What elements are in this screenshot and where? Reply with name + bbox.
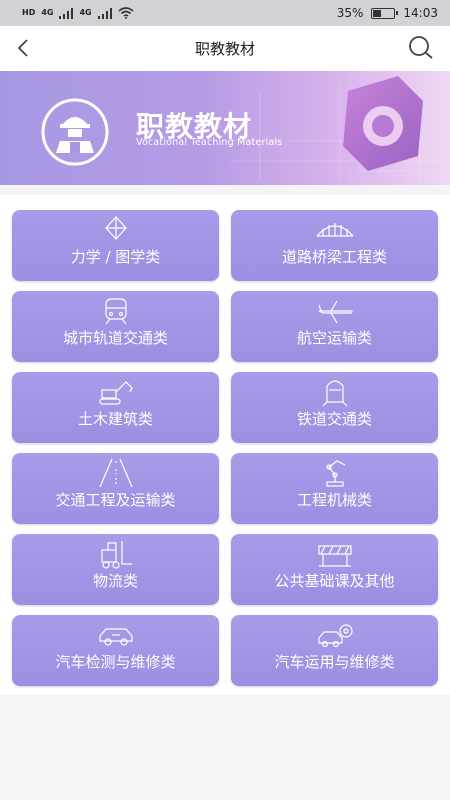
engineer-logo-icon	[41, 98, 109, 166]
category-label: 汽车检测与维修类	[55, 653, 176, 671]
category-label: 道路桥梁工程类	[281, 248, 387, 266]
banner[interactable]: 职教教材 Vocational Teaching Materials	[0, 71, 450, 185]
car-icon	[98, 628, 133, 646]
category-tile[interactable]: 土木建筑类	[12, 372, 219, 443]
signal-icon	[59, 7, 74, 19]
category-label: 铁道交通类	[296, 410, 372, 428]
category-tile[interactable]: 公共基础课及其他	[231, 534, 438, 605]
category-tile[interactable]: 力学 / 图学类	[12, 210, 219, 281]
back-arrow-icon[interactable]	[10, 34, 38, 62]
search-icon[interactable]	[406, 33, 436, 63]
category-label: 公共基础课及其他	[274, 572, 395, 590]
barrier-icon	[317, 545, 352, 567]
category-tile[interactable]: 物流类	[12, 534, 219, 605]
category-label: 物流类	[92, 572, 138, 590]
category-label: 汽车运用与维修类	[274, 653, 395, 671]
machined-cube-image	[343, 76, 423, 171]
bridge-icon	[316, 223, 353, 237]
nav-bar: 职教教材	[0, 26, 450, 71]
category-tile[interactable]: 航空运输类	[231, 291, 438, 362]
road-icon	[98, 458, 133, 488]
category-label: 力学 / 图学类	[70, 248, 161, 266]
network-type-3: 4G	[79, 8, 92, 17]
category-tile[interactable]: 城市轨道交通类	[12, 291, 219, 362]
network-type-2: 4G	[41, 8, 54, 17]
category-tile[interactable]: 工程机械类	[231, 453, 438, 524]
robot-arm-icon	[325, 460, 345, 487]
forklift-icon	[100, 541, 132, 569]
clock: 14:03	[403, 6, 438, 20]
category-tile[interactable]: 汽车检测与维修类	[12, 615, 219, 686]
category-label: 航空运输类	[296, 329, 372, 347]
category-grid: 力学 / 图学类 道路桥梁工程类 城市轨道交通类 航空运输类 土木建筑类 铁道交…	[0, 195, 450, 695]
signal-icon-2	[97, 7, 112, 19]
network-type-1: HD	[22, 8, 36, 17]
bullet-train-icon	[322, 380, 347, 407]
metro-train-icon	[104, 298, 127, 325]
category-label: 工程机械类	[296, 491, 372, 509]
car-gear-icon	[317, 624, 353, 648]
category-tile[interactable]: 交通工程及运输类	[12, 453, 219, 524]
banner-subtitle: Vocational Teaching Materials	[136, 137, 283, 148]
diamond-drawing-icon	[104, 216, 127, 240]
excavator-icon	[98, 381, 133, 405]
status-bar: HD 4G 4G 35% 14:03	[0, 0, 450, 26]
category-tile[interactable]: 汽车运用与维修类	[231, 615, 438, 686]
category-label: 土木建筑类	[77, 410, 153, 428]
category-label: 城市轨道交通类	[62, 329, 168, 347]
battery-icon	[371, 7, 399, 19]
category-tile[interactable]: 铁道交通类	[231, 372, 438, 443]
airplane-icon	[317, 300, 353, 324]
status-right: 35% 14:03	[337, 6, 438, 20]
page-title: 职教教材	[194, 40, 255, 58]
category-tile[interactable]: 道路桥梁工程类	[231, 210, 438, 281]
battery-percent: 35%	[336, 6, 364, 20]
category-label: 交通工程及运输类	[55, 491, 176, 509]
wifi-icon	[118, 7, 134, 19]
status-left: HD 4G 4G	[22, 7, 134, 19]
